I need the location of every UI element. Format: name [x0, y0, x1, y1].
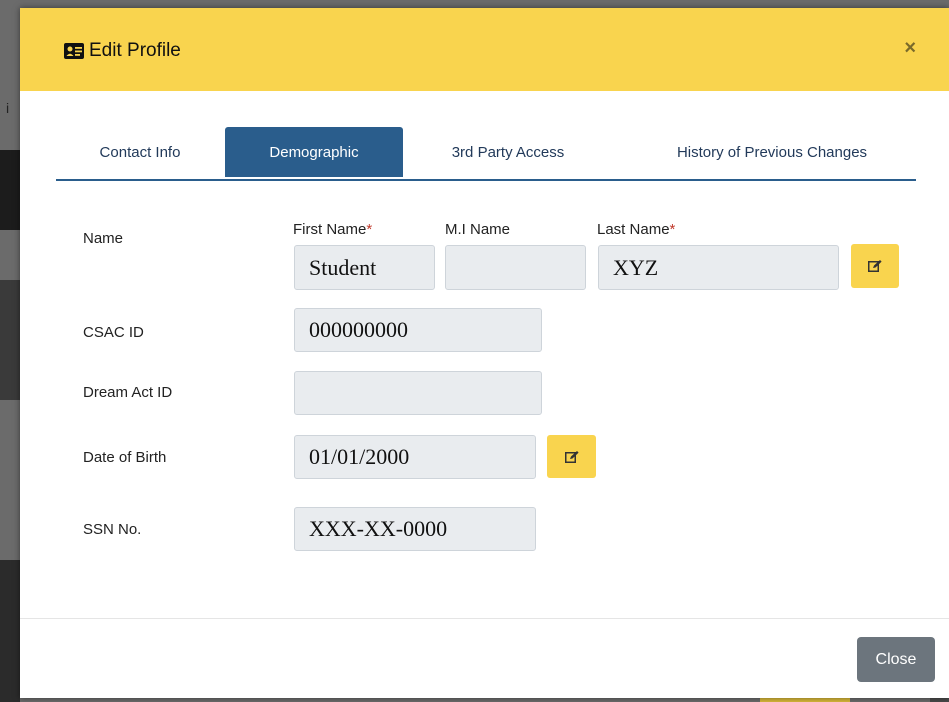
date-of-birth-value: 01/01/2000 [309, 444, 410, 469]
name-label: Name [83, 230, 124, 247]
dream-act-id-field[interactable] [294, 371, 542, 415]
ssn-value: XXX-XX-0000 [309, 516, 448, 541]
last-name-label: Last Name* [597, 221, 675, 238]
edit-name-button[interactable] [851, 244, 899, 288]
modal-title-text: Edit Profile [89, 40, 181, 61]
edit-date-of-birth-button[interactable] [547, 435, 596, 478]
backdrop-text: i [6, 100, 10, 116]
tab-label: Contact Info [99, 143, 181, 161]
tab-contact-info[interactable]: Contact Info [56, 127, 224, 177]
mi-name-label: M.I Name [445, 221, 511, 238]
tab-demographic[interactable]: Demographic [225, 127, 403, 177]
first-name-value: Student [309, 254, 377, 280]
id-card-icon [64, 43, 84, 59]
profile-tabs: Contact Info Demographic 3rd Party Acces… [56, 127, 916, 181]
footer-divider [20, 618, 949, 619]
date-of-birth-label: Date of Birth [83, 449, 167, 466]
backdrop-region [0, 150, 20, 230]
mi-name-field[interactable] [445, 245, 586, 290]
edit-icon [868, 260, 882, 272]
modal-title: Edit Profile [64, 40, 181, 62]
tab-3rd-party-access[interactable]: 3rd Party Access [414, 127, 602, 177]
required-marker: * [669, 221, 676, 238]
date-of-birth-field[interactable]: 01/01/2000 [294, 435, 536, 479]
required-marker: * [366, 221, 373, 238]
csac-id-field[interactable]: 000000000 [294, 308, 542, 352]
first-name-field[interactable]: Student [294, 245, 435, 290]
csac-id-value: 000000000 [309, 317, 408, 342]
last-name-field[interactable]: XYZ [598, 245, 839, 290]
backdrop-region [0, 280, 20, 400]
ssn-label: SSN No. [83, 521, 142, 538]
close-button-label: Close [875, 650, 917, 668]
tab-label: Demographic [269, 143, 359, 161]
close-button[interactable]: Close [857, 637, 935, 682]
tab-history-of-previous-changes[interactable]: History of Previous Changes [632, 127, 912, 177]
edit-profile-modal: Edit Profile × Contact Info Demographic … [20, 8, 949, 698]
backdrop-region [0, 560, 20, 702]
last-name-label-text: Last Name [597, 221, 670, 238]
close-icon[interactable]: × [904, 38, 916, 58]
first-name-label-text: First Name [293, 221, 367, 238]
last-name-value: XYZ [613, 254, 659, 280]
first-name-label: First Name* [293, 221, 372, 238]
tab-label: History of Previous Changes [676, 143, 868, 161]
dream-act-id-label: Dream Act ID [83, 384, 173, 401]
modal-header: Edit Profile × [20, 8, 949, 91]
ssn-field[interactable]: XXX-XX-0000 [294, 507, 536, 551]
tab-label: 3rd Party Access [451, 143, 565, 161]
edit-icon [564, 450, 579, 463]
csac-id-label: CSAC ID [83, 324, 144, 341]
